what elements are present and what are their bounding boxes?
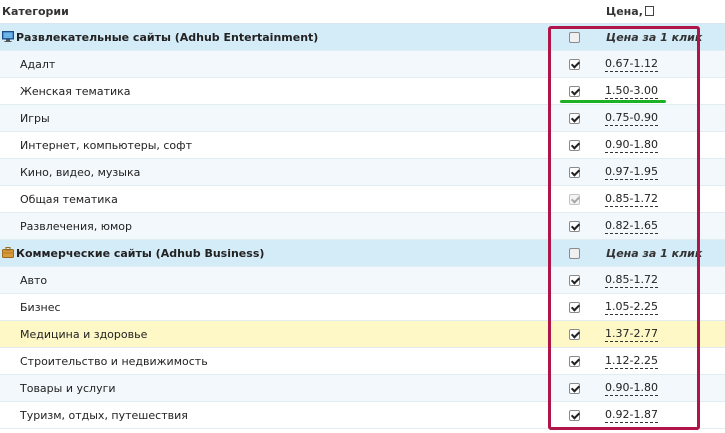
category-name: Строительство и недвижимость xyxy=(20,355,208,368)
category-checkbox[interactable] xyxy=(569,140,580,151)
price-column-label: Цена, xyxy=(606,5,643,18)
category-name: Туризм, отдых, путешествия xyxy=(20,409,188,422)
category-name: Адалт xyxy=(20,58,56,71)
category-checkbox[interactable] xyxy=(569,59,580,70)
monitor-icon xyxy=(2,31,14,42)
category-checkbox[interactable] xyxy=(569,302,580,313)
category-row[interactable]: Адалт 0.67-1.12 xyxy=(0,51,725,78)
group-row: Коммерческие сайты (Adhub Business) Цена … xyxy=(0,240,725,267)
group-title: Развлекательные сайты (Adhub Entertainme… xyxy=(16,31,319,44)
category-row[interactable]: Строительство и недвижимость 1.12-2.25 xyxy=(0,348,725,375)
currency-icon xyxy=(644,6,654,16)
category-row[interactable]: Туризм, отдых, путешествия 0.92-1.87 xyxy=(0,402,725,429)
price-range-link[interactable]: 1.05-2.25 xyxy=(605,301,658,315)
category-checkbox[interactable] xyxy=(569,329,580,340)
price-range-link[interactable]: 0.85-1.72 xyxy=(605,193,658,207)
price-column-header[interactable]: Цена, xyxy=(606,5,654,18)
category-row[interactable]: Медицина и здоровье 1.37-2.77 xyxy=(0,321,725,348)
category-row[interactable]: Игры 0.75-0.90 xyxy=(0,105,725,132)
category-row[interactable]: Кино, видео, музыка 0.97-1.95 xyxy=(0,159,725,186)
category-name: Авто xyxy=(20,274,48,287)
category-checkbox[interactable] xyxy=(569,221,580,232)
price-range-link[interactable]: 1.37-2.77 xyxy=(605,328,658,342)
category-name: Бизнес xyxy=(20,301,61,314)
category-checkbox[interactable] xyxy=(569,275,580,286)
category-row[interactable]: Общая тематика 0.85-1.72 xyxy=(0,186,725,213)
category-name: Медицина и здоровье xyxy=(20,328,148,341)
category-row[interactable]: Товары и услуги 0.90-1.80 xyxy=(0,375,725,402)
category-name: Игры xyxy=(20,112,50,125)
categories-column-header: Категории xyxy=(2,5,69,18)
cpc-label: Цена за 1 клик xyxy=(606,31,703,44)
category-checkbox[interactable] xyxy=(569,410,580,421)
group-title: Коммерческие сайты (Adhub Business) xyxy=(16,247,265,260)
category-checkbox[interactable] xyxy=(569,86,580,97)
category-checkbox xyxy=(569,194,580,205)
price-range-link[interactable]: 0.82-1.65 xyxy=(605,220,658,234)
briefcase-icon xyxy=(2,247,14,258)
category-table: Развлекательные сайты (Adhub Entertainme… xyxy=(0,24,725,429)
category-row[interactable]: Авто 0.85-1.72 xyxy=(0,267,725,294)
category-checkbox[interactable] xyxy=(569,383,580,394)
category-row[interactable]: Развлечения, юмор 0.82-1.65 xyxy=(0,213,725,240)
price-range-link[interactable]: 1.50-3.00 xyxy=(605,85,658,99)
price-range-link[interactable]: 0.90-1.80 xyxy=(605,139,658,153)
category-checkbox[interactable] xyxy=(569,167,580,178)
price-range-link[interactable]: 0.97-1.95 xyxy=(605,166,658,180)
category-name: Кино, видео, музыка xyxy=(20,166,141,179)
category-name: Товары и услуги xyxy=(20,382,116,395)
category-row[interactable]: Бизнес 1.05-2.25 xyxy=(0,294,725,321)
cpc-label: Цена за 1 клик xyxy=(606,247,703,260)
category-name: Интернет, компьютеры, софт xyxy=(20,139,192,152)
group-select-checkbox[interactable] xyxy=(569,32,580,43)
category-checkbox[interactable] xyxy=(569,113,580,124)
table-header: Категории Цена, xyxy=(0,0,725,24)
group-select-checkbox[interactable] xyxy=(569,248,580,259)
category-name: Женская тематика xyxy=(20,85,131,98)
category-checkbox[interactable] xyxy=(569,356,580,367)
group-row: Развлекательные сайты (Adhub Entertainme… xyxy=(0,24,725,51)
price-range-link[interactable]: 0.92-1.87 xyxy=(605,409,658,423)
price-range-link[interactable]: 1.12-2.25 xyxy=(605,355,658,369)
price-range-link[interactable]: 0.85-1.72 xyxy=(605,274,658,288)
category-name: Общая тематика xyxy=(20,193,118,206)
category-row[interactable]: Интернет, компьютеры, софт 0.90-1.80 xyxy=(0,132,725,159)
price-range-link[interactable]: 0.67-1.12 xyxy=(605,58,658,72)
price-range-link[interactable]: 0.75-0.90 xyxy=(605,112,658,126)
category-name: Развлечения, юмор xyxy=(20,220,132,233)
price-range-link[interactable]: 0.90-1.80 xyxy=(605,382,658,396)
category-row[interactable]: Женская тематика 1.50-3.00 xyxy=(0,78,725,105)
